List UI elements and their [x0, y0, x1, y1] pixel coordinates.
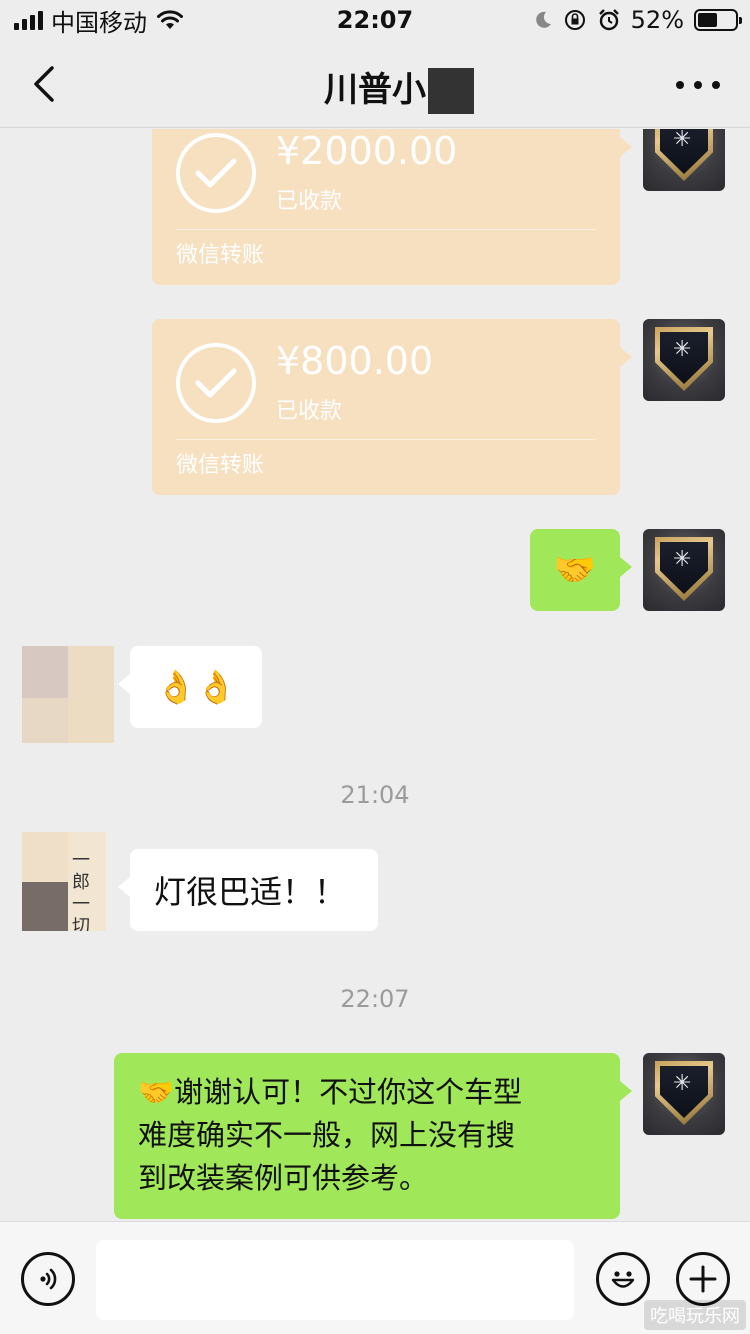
emoji-icon	[611, 1271, 635, 1288]
transfer-status: 已收款	[276, 189, 343, 214]
alarm-icon	[598, 9, 619, 31]
timestamp: 22:07	[340, 985, 410, 1013]
more-icon-dot	[694, 81, 702, 89]
handshake-emoji: 🤝	[553, 550, 597, 590]
chat-title: 川普小	[324, 70, 426, 110]
chat-area[interactable]: ¥2000.00 已收款 微信转账 ✳ ¥800.00 已收款 微信转账 ✳ 🤝…	[0, 129, 750, 1221]
divider	[176, 439, 596, 440]
status-bar: 中国移动 22:07 52%	[0, 0, 750, 40]
message-bubble-sent[interactable]: 🤝	[530, 529, 632, 611]
battery-icon	[694, 9, 742, 31]
ok-emoji: 👌👌	[156, 668, 236, 706]
check-icon	[176, 343, 256, 423]
battery-percent: 52%	[630, 6, 684, 34]
message-line: 难度确实不一般，网上没有搜	[138, 1118, 516, 1152]
plus-button[interactable]	[676, 1252, 730, 1306]
transfer-amount: ¥800.00	[276, 339, 434, 383]
nav-bar: 川普小	[0, 40, 750, 128]
plus-icon	[689, 1265, 717, 1293]
more-icon-dot	[676, 81, 684, 89]
voice-icon	[40, 1268, 57, 1290]
watermark: 吃喝玩乐网	[644, 1300, 746, 1330]
moon-icon	[535, 11, 551, 28]
avatar[interactable]: ✳	[643, 319, 725, 401]
more-button[interactable]	[676, 70, 720, 100]
message-line: 🤝谢谢认可！不过你这个车型	[138, 1075, 523, 1109]
transfer-footer: 微信转账	[176, 243, 265, 268]
message-input[interactable]	[96, 1240, 574, 1320]
contact-avatar[interactable]: 一郎一切	[22, 832, 106, 931]
timestamp: 21:04	[340, 781, 410, 809]
redacted-name-block	[428, 68, 474, 114]
check-icon	[176, 133, 256, 213]
emoji-button[interactable]	[596, 1252, 650, 1306]
avatar[interactable]: ✳	[643, 529, 725, 611]
status-right: 52%	[533, 6, 742, 34]
more-icon-dot	[712, 81, 720, 89]
message-line: 到改装案例可供参考。	[138, 1161, 429, 1195]
voice-button[interactable]	[21, 1252, 75, 1306]
message-bubble-received[interactable]: 👌👌	[118, 646, 262, 728]
contact-avatar[interactable]	[22, 646, 114, 743]
lock-rotation-icon	[564, 10, 585, 30]
message-bubble-sent[interactable]: 🤝谢谢认可！不过你这个车型 难度确实不一般，网上没有搜 到改装案例可供参考。	[114, 1053, 632, 1219]
transfer-card[interactable]: ¥800.00 已收款 微信转账	[152, 319, 632, 495]
transfer-card[interactable]: ¥2000.00 已收款 微信转账	[152, 129, 632, 285]
avatar[interactable]: ✳	[643, 129, 725, 191]
transfer-status: 已收款	[276, 399, 343, 424]
transfer-footer: 微信转账	[176, 453, 265, 478]
transfer-amount: ¥2000.00	[276, 129, 458, 173]
input-bar: 吃喝玩乐网	[0, 1221, 750, 1334]
avatar[interactable]: ✳	[643, 1053, 725, 1135]
message-bubble-received[interactable]: 灯很巴适！！	[118, 849, 378, 931]
message-text: 灯很巴适！！	[154, 873, 347, 911]
divider	[176, 229, 596, 230]
